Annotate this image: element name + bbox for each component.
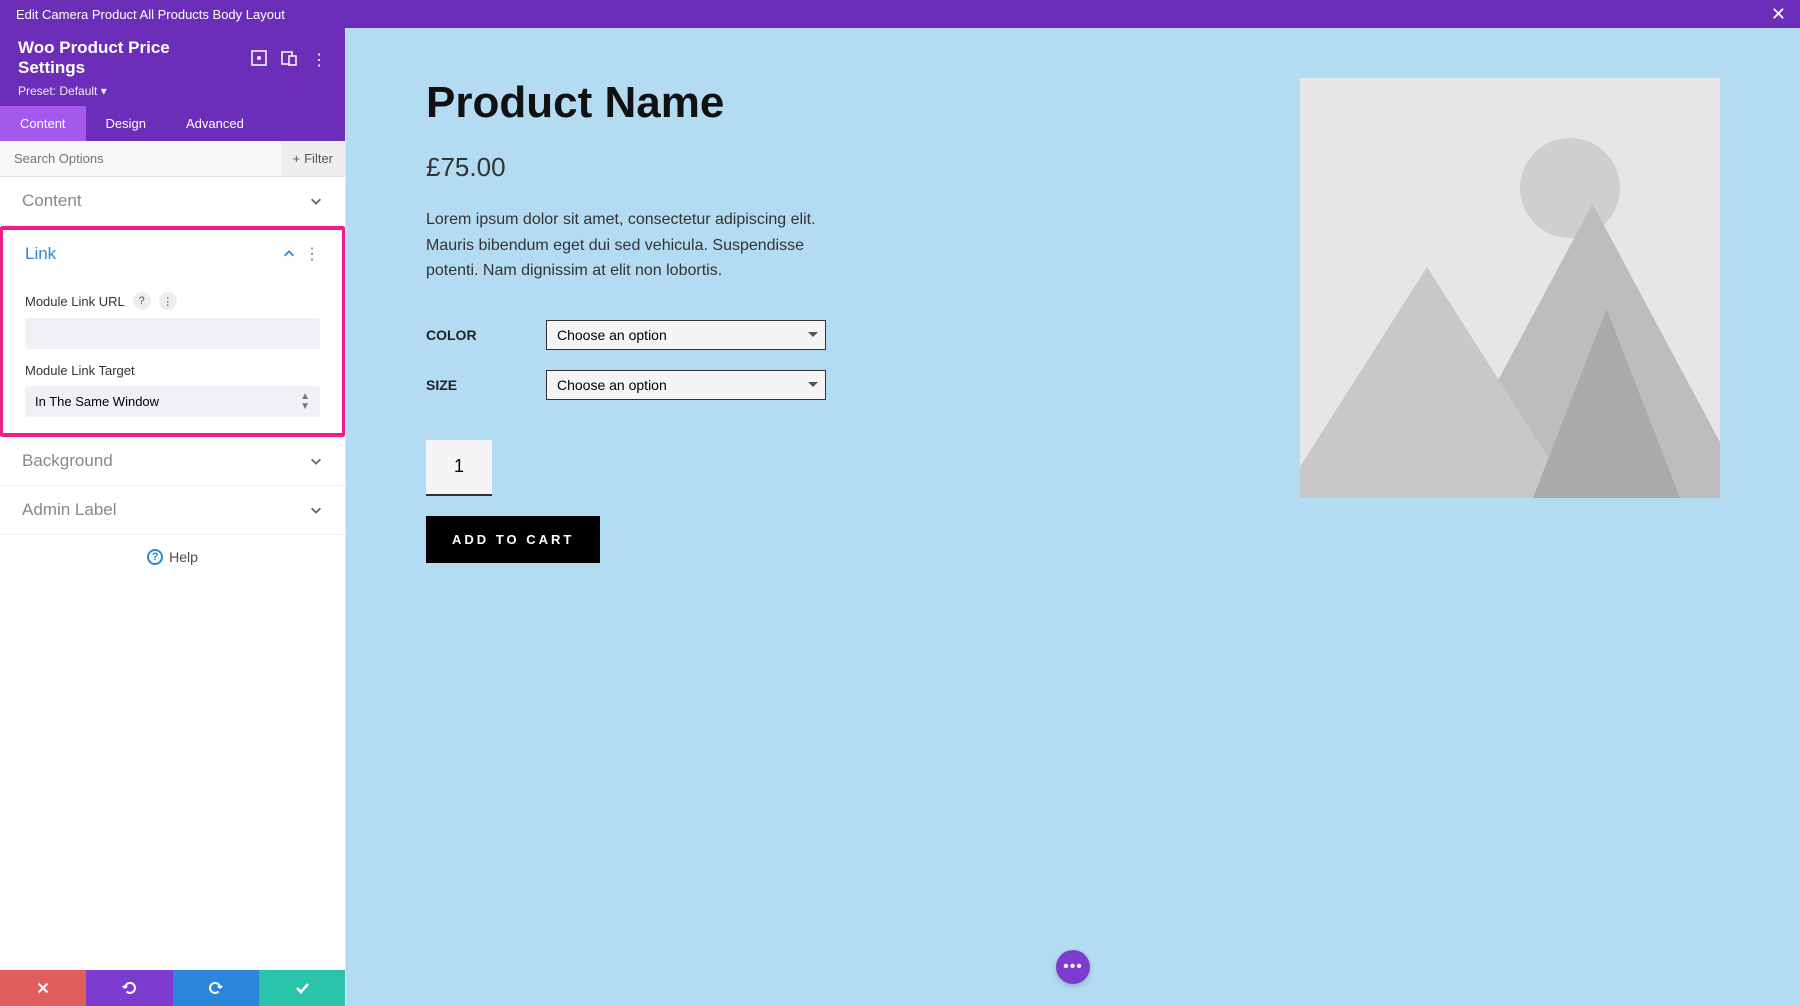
settings-title: Woo Product Price Settings [18, 38, 239, 78]
close-icon[interactable]: ✕ [1765, 4, 1790, 25]
settings-sidebar: Woo Product Price Settings ⋮ Preset: Def… [0, 28, 346, 1006]
help-badge-icon[interactable]: ? [133, 292, 151, 310]
product-name: Product Name [426, 78, 1240, 128]
fab-more-button[interactable]: ••• [1056, 950, 1090, 984]
plus-icon: + [293, 151, 301, 166]
add-to-cart-button[interactable]: ADD TO CART [426, 516, 600, 563]
color-label: COLOR [426, 327, 546, 343]
save-button[interactable] [259, 970, 345, 1006]
chevron-up-icon [282, 247, 296, 261]
preset-selector[interactable]: Preset: Default ▾ [18, 84, 327, 98]
help-link[interactable]: ? Help [0, 535, 345, 579]
title-bar-text: Edit Camera Product All Products Body La… [10, 7, 285, 22]
filter-button[interactable]: +Filter [281, 141, 345, 176]
undo-button[interactable] [86, 970, 172, 1006]
product-price: £75.00 [426, 152, 1240, 183]
product-description: Lorem ipsum dolor sit amet, consectetur … [426, 207, 846, 284]
cancel-button[interactable] [0, 970, 86, 1006]
module-link-target-select[interactable]: In The Same Window [25, 386, 320, 417]
link-section-highlight: Link ⋮ Module Link URL ? ⋮ Module Link T… [0, 226, 345, 437]
tabs: Content Design Advanced [0, 106, 345, 141]
chevron-down-icon [309, 503, 323, 517]
quantity-input[interactable] [426, 440, 492, 496]
section-content[interactable]: Content [0, 177, 345, 226]
responsive-icon[interactable] [281, 50, 297, 66]
title-bar: Edit Camera Product All Products Body La… [0, 0, 1800, 28]
link-kebab-icon[interactable]: ⋮ [304, 244, 320, 264]
hover-icon[interactable] [251, 50, 267, 66]
option-kebab-icon[interactable]: ⋮ [159, 292, 177, 310]
section-background[interactable]: Background [0, 437, 345, 486]
settings-header: Woo Product Price Settings ⋮ Preset: Def… [0, 28, 345, 106]
chevron-down-icon [309, 454, 323, 468]
section-admin-label[interactable]: Admin Label [0, 486, 345, 535]
placeholder-sun-icon [1520, 138, 1620, 238]
search-input[interactable] [0, 141, 281, 176]
module-link-url-label: Module Link URL [25, 294, 125, 309]
kebab-icon[interactable]: ⋮ [311, 50, 327, 66]
module-link-url-input[interactable] [25, 318, 320, 349]
module-link-target-label: Module Link Target [25, 363, 135, 378]
preview-canvas: Product Name £75.00 Lorem ipsum dolor si… [346, 28, 1800, 1006]
size-select[interactable]: Choose an option [546, 370, 826, 400]
size-label: SIZE [426, 377, 546, 393]
section-link[interactable]: Link ⋮ [3, 230, 342, 278]
chevron-down-icon [309, 194, 323, 208]
tab-design[interactable]: Design [86, 106, 166, 141]
help-icon: ? [147, 549, 163, 565]
tab-advanced[interactable]: Advanced [166, 106, 264, 141]
color-select[interactable]: Choose an option [546, 320, 826, 350]
redo-button[interactable] [173, 970, 259, 1006]
product-image-placeholder [1300, 78, 1720, 498]
tab-content[interactable]: Content [0, 106, 86, 141]
